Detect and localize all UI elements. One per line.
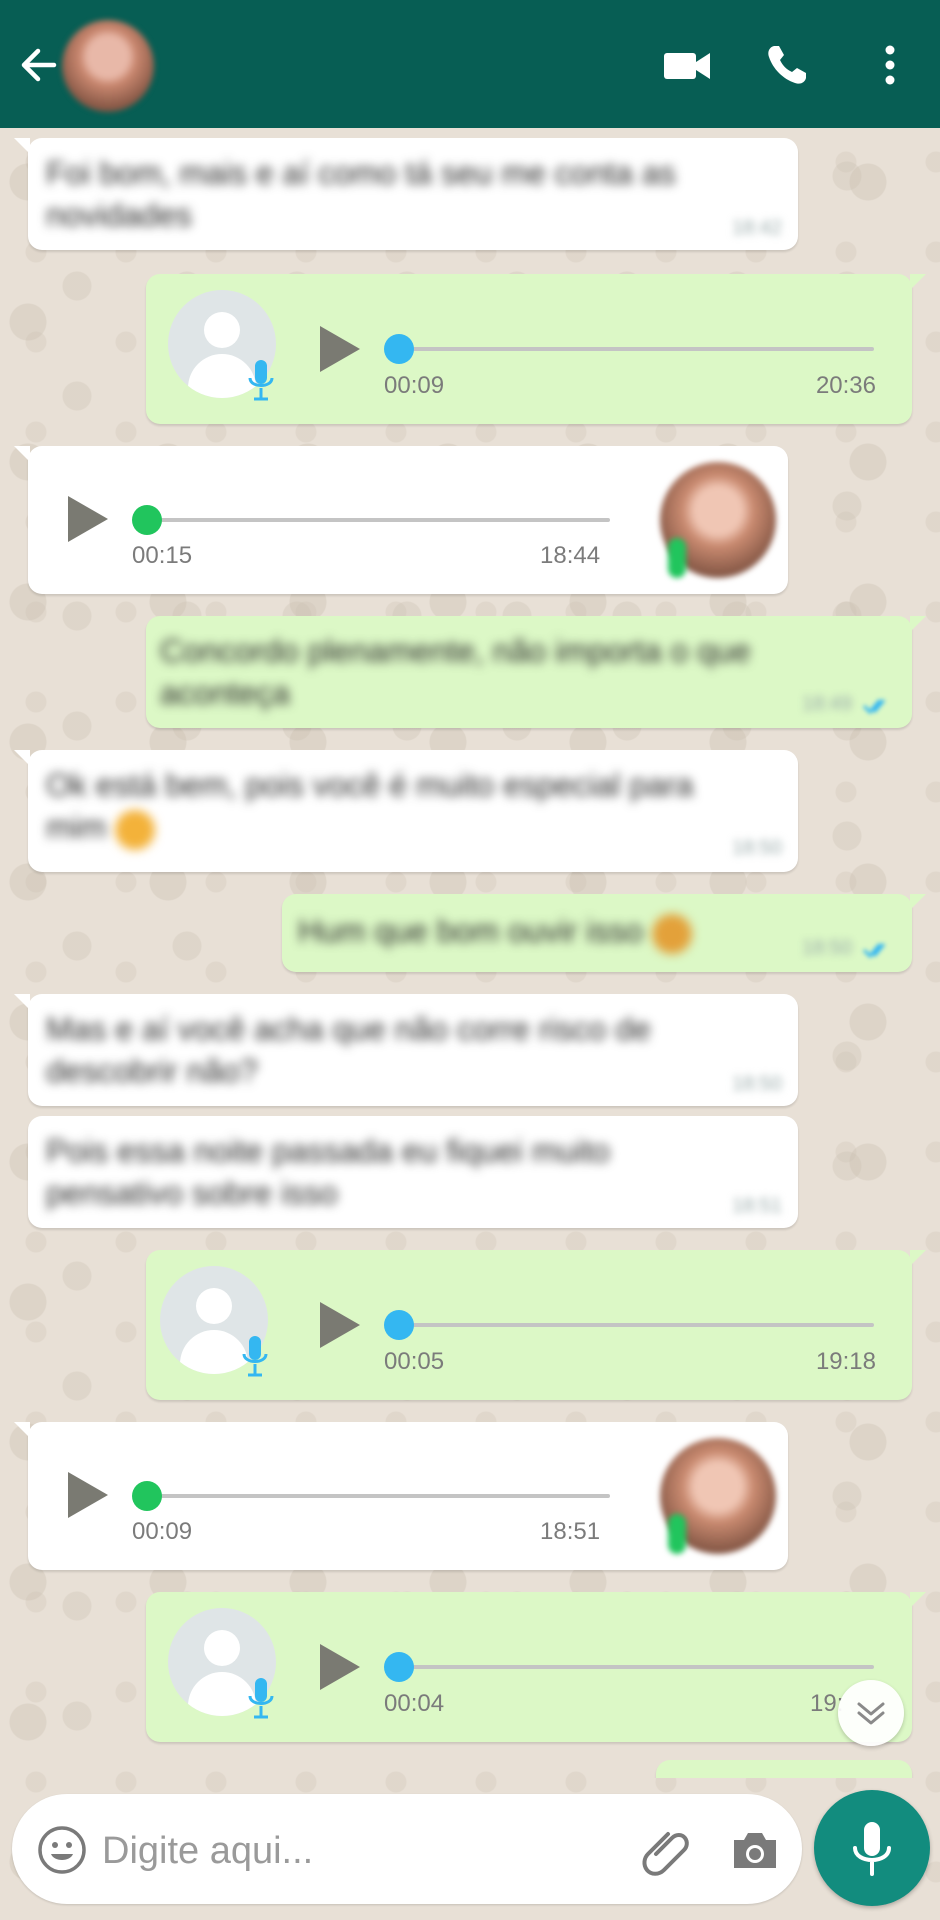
message-text: Mas e aí você acha que não corre risco d… [46, 1011, 651, 1089]
message-text: Ok está bem, pois você é muito especial … [46, 764, 746, 850]
voice-message-incoming[interactable]: 00:09 18:51 [14, 1422, 788, 1570]
scroll-to-bottom-button[interactable] [838, 1680, 904, 1746]
message-time: 18:50 [731, 837, 782, 859]
voice-time: 20:36 [815, 372, 876, 399]
message-outgoing-partial[interactable] [656, 1760, 912, 1778]
paperclip-icon[interactable] [638, 1824, 692, 1878]
voice-duration: 00:09 [132, 1518, 193, 1545]
message-incoming[interactable]: Ok está bem, pois você é muito especial … [14, 750, 798, 872]
contact-avatar[interactable] [62, 20, 154, 112]
play-icon[interactable] [316, 324, 362, 374]
voice-progress-track[interactable] [140, 518, 610, 522]
voice-duration: 00:09 [384, 372, 445, 399]
record-voice-button[interactable] [814, 1790, 930, 1906]
voice-progress-knob[interactable] [384, 1310, 414, 1340]
microphone-icon [248, 1678, 274, 1719]
read-ticks-icon [862, 943, 886, 959]
message-time: 18:42 [731, 217, 782, 239]
voice-progress-track[interactable] [396, 1665, 874, 1669]
play-icon[interactable] [64, 1470, 110, 1520]
message-text: Concordo plenamente, não importa o que a… [160, 633, 751, 711]
message-time: 18:49 [801, 693, 852, 715]
kebab-menu-icon[interactable] [870, 38, 910, 92]
message-incoming[interactable]: Pois essa noite passada eu fiquei muito … [28, 1116, 798, 1228]
voice-progress-knob[interactable] [384, 1652, 414, 1682]
chevron-double-down-icon [857, 1702, 885, 1725]
message-incoming[interactable]: Mas e aí você acha que não corre risco d… [14, 994, 798, 1106]
microphone-icon [242, 1336, 268, 1377]
kiss-emoji-icon [115, 809, 156, 850]
play-icon[interactable] [64, 494, 110, 544]
message-outgoing[interactable]: Concordo plenamente, não importa o que a… [146, 616, 926, 728]
message-text-content: Hum que bom ouvir isso [298, 913, 644, 949]
message-text: Foi bom, mais e aí como tá seu me conta … [46, 155, 676, 233]
message-time: 18:50 [731, 1073, 782, 1095]
voice-time: 18:44 [540, 542, 601, 569]
voice-message-outgoing[interactable]: 00:04 19: [146, 1592, 926, 1742]
voice-duration: 00:04 [384, 1690, 445, 1717]
microphone-icon [668, 538, 686, 578]
voice-progress-track[interactable] [396, 1323, 874, 1327]
read-ticks-icon [862, 699, 886, 715]
message-time: 18:50 [801, 937, 852, 959]
voice-message-incoming[interactable]: 00:15 18:44 [14, 446, 788, 594]
voice-time: 19:18 [815, 1348, 876, 1375]
voice-duration: 00:05 [384, 1348, 445, 1375]
voice-progress-track[interactable] [396, 347, 874, 351]
video-camera-icon[interactable] [660, 38, 714, 92]
voice-progress-knob[interactable] [132, 505, 162, 535]
voice-message-outgoing[interactable]: 00:09 20:36 [146, 274, 926, 424]
microphone-icon [248, 360, 274, 401]
voice-progress-track[interactable] [140, 1494, 610, 1498]
message-composer [12, 1794, 802, 1904]
voice-progress-knob[interactable] [384, 334, 414, 364]
message-time: 18:51 [731, 1195, 782, 1217]
smiley-icon[interactable] [36, 1824, 88, 1876]
play-icon[interactable] [316, 1300, 362, 1350]
message-incoming[interactable]: Foi bom, mais e aí como tá seu me conta … [14, 138, 798, 250]
voice-duration: 00:15 [132, 542, 193, 569]
message-text: Hum que bom ouvir isso [298, 910, 738, 954]
play-icon[interactable] [316, 1642, 362, 1692]
chat-header [0, 0, 940, 128]
voice-message-outgoing[interactable]: 00:05 19:18 [146, 1250, 926, 1400]
message-outgoing[interactable]: Hum que bom ouvir isso 18:50 [282, 894, 926, 972]
microphone-icon [853, 1822, 891, 1876]
message-list[interactable]: Foi bom, mais e aí como tá seu me conta … [0, 128, 940, 1778]
message-input[interactable] [100, 1820, 624, 1882]
camera-icon[interactable] [728, 1824, 782, 1878]
voice-time: 18:51 [540, 1518, 601, 1545]
phone-icon[interactable] [760, 38, 814, 92]
cat-emoji-icon [651, 913, 692, 954]
back-arrow-icon[interactable] [14, 40, 64, 90]
voice-progress-knob[interactable] [132, 1481, 162, 1511]
microphone-icon [668, 1514, 686, 1554]
message-text: Pois essa noite passada eu fiquei muito … [46, 1133, 610, 1211]
